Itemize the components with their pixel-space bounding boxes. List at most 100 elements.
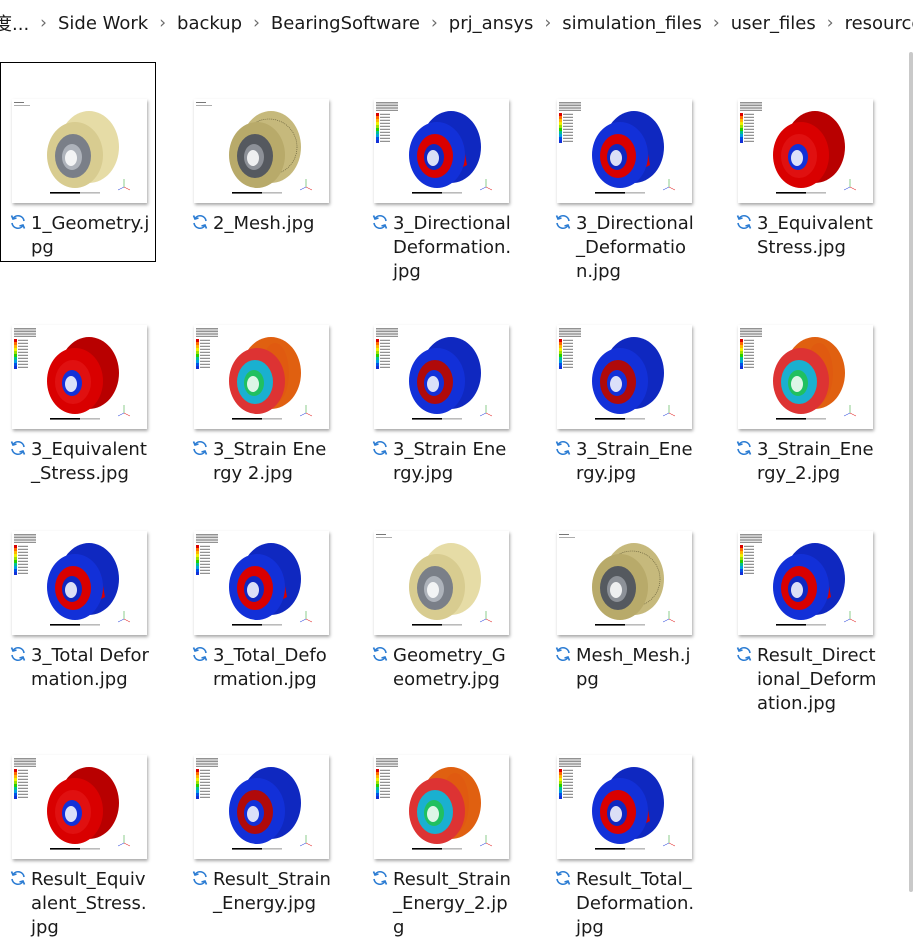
file-item[interactable]: 3_Total Deformation.jpg <box>0 494 156 694</box>
file-label: 3_Directional_Deformation.jpg <box>554 212 696 284</box>
file-name: 3_Strain_Energy.jpg <box>576 439 693 484</box>
sync-status-icon <box>371 213 393 235</box>
breadcrumb-chevron-icon[interactable]: › <box>822 13 839 33</box>
file-item[interactable]: 3_Directional_Deformation.jpg <box>545 62 701 282</box>
file-item[interactable]: 3_Strain_Energy.jpg <box>545 288 701 488</box>
file-thumbnail <box>738 531 873 635</box>
file-item[interactable]: Mesh_Mesh.jpg <box>545 494 701 694</box>
sync-status-icon <box>371 645 393 667</box>
file-name: Geometry_Geometry.jpg <box>393 645 506 690</box>
sync-status-icon <box>191 869 213 891</box>
file-item[interactable]: 3_Total_Deformation.jpg <box>182 494 338 694</box>
sync-status-icon <box>735 213 757 235</box>
sync-status-icon <box>554 869 576 891</box>
breadcrumb-item[interactable]: resources <box>839 13 913 34</box>
file-thumbnail <box>194 755 329 859</box>
breadcrumb-item[interactable]: BearingSoftware <box>265 13 426 34</box>
file-name: 3_Strain Energy 2.jpg <box>213 439 327 484</box>
sync-status-icon <box>191 439 213 461</box>
sync-status-icon <box>554 645 576 667</box>
file-thumbnail <box>194 325 329 429</box>
file-item[interactable]: Geometry_Geometry.jpg <box>362 494 518 694</box>
file-name: 1_Geometry.jpg <box>31 213 150 258</box>
file-thumbnail <box>374 755 509 859</box>
file-item[interactable]: Result_Directional_Deformation.jpg <box>726 494 882 714</box>
breadcrumb-item[interactable]: simulation_files <box>556 13 708 34</box>
file-label: 3_Strain Energy.jpg <box>371 438 513 486</box>
file-label: Result_Directional_Deformation.jpg <box>735 644 877 716</box>
file-name: 3_Directional Deformation.jpg <box>393 213 512 282</box>
file-label: 3_Total_Deformation.jpg <box>191 644 333 692</box>
file-item[interactable]: Result_Strain_Energy.jpg <box>182 718 338 918</box>
breadcrumb-item[interactable]: backup <box>171 13 248 34</box>
breadcrumb-item[interactable]: 度... <box>0 10 35 36</box>
file-name: 3_Equivalent Stress.jpg <box>757 213 873 258</box>
file-thumbnail <box>194 531 329 635</box>
file-thumbnail <box>374 325 509 429</box>
file-label: 3_Equivalent_Stress.jpg <box>9 438 151 486</box>
file-name: Result_Directional_Deformation.jpg <box>757 645 877 714</box>
sync-status-icon <box>735 439 757 461</box>
file-name: 3_Equivalent_Stress.jpg <box>31 439 147 484</box>
file-thumbnail <box>557 325 692 429</box>
file-thumbnail <box>374 99 509 203</box>
file-label: Geometry_Geometry.jpg <box>371 644 513 692</box>
file-name: 2_Mesh.jpg <box>213 213 315 234</box>
file-item[interactable]: 1_Geometry.jpg <box>0 62 156 262</box>
file-label: 1_Geometry.jpg <box>9 212 151 260</box>
file-name: Result_Strain_Energy_2.jpg <box>393 869 511 938</box>
breadcrumb-item[interactable]: Side Work <box>52 13 154 34</box>
file-thumbnail <box>12 531 147 635</box>
file-label: 3_Total Deformation.jpg <box>9 644 151 692</box>
file-label: 2_Mesh.jpg <box>191 212 333 236</box>
breadcrumb-chevron-icon[interactable]: › <box>35 13 52 33</box>
vertical-scrollbar[interactable] <box>908 52 913 892</box>
file-item[interactable]: 3_Equivalent_Stress.jpg <box>0 288 156 488</box>
file-name: 3_Total_Deformation.jpg <box>213 645 327 690</box>
breadcrumb-chevron-icon[interactable]: › <box>248 13 265 33</box>
sync-status-icon <box>735 645 757 667</box>
file-item[interactable]: 3_Directional Deformation.jpg <box>362 62 518 282</box>
file-item[interactable]: Result_Equivalent_Stress.jpg <box>0 718 156 938</box>
file-thumbnail <box>557 531 692 635</box>
file-item[interactable]: Result_Total_Deformation.jpg <box>545 718 701 938</box>
sync-status-icon <box>371 439 393 461</box>
file-thumbnail <box>374 531 509 635</box>
file-label: 3_Directional Deformation.jpg <box>371 212 513 284</box>
file-label: 3_Equivalent Stress.jpg <box>735 212 877 260</box>
file-name: Mesh_Mesh.jpg <box>576 645 691 690</box>
sync-status-icon <box>191 213 213 235</box>
breadcrumb-chevron-icon[interactable]: › <box>426 13 443 33</box>
file-name: Result_Equivalent_Stress.jpg <box>31 869 147 938</box>
sync-status-icon <box>554 213 576 235</box>
file-item[interactable]: 3_Strain Energy.jpg <box>362 288 518 488</box>
file-label: Result_Total_Deformation.jpg <box>554 868 696 940</box>
breadcrumb-chevron-icon[interactable]: › <box>708 13 725 33</box>
file-item[interactable]: 3_Strain_Energy_2.jpg <box>726 288 882 488</box>
breadcrumb-chevron-icon[interactable]: › <box>154 13 171 33</box>
sync-status-icon <box>9 869 31 891</box>
file-item[interactable]: 3_Strain Energy 2.jpg <box>182 288 338 488</box>
file-item[interactable]: Result_Strain_Energy_2.jpg <box>362 718 518 938</box>
sync-status-icon <box>554 439 576 461</box>
sync-status-icon <box>9 645 31 667</box>
sync-status-icon <box>9 213 31 235</box>
file-name: 3_Directional_Deformation.jpg <box>576 213 694 282</box>
breadcrumb-item[interactable]: prj_ansys <box>443 13 540 34</box>
file-label: 3_Strain_Energy_2.jpg <box>735 438 877 486</box>
file-item[interactable]: 3_Equivalent Stress.jpg <box>726 62 882 262</box>
file-thumbnail <box>557 99 692 203</box>
file-item[interactable]: 2_Mesh.jpg <box>182 62 338 262</box>
file-name: 3_Total Deformation.jpg <box>31 645 149 690</box>
file-label: 3_Strain Energy 2.jpg <box>191 438 333 486</box>
file-thumbnail <box>12 755 147 859</box>
file-name: 3_Strain_Energy_2.jpg <box>757 439 874 484</box>
file-name: Result_Total_Deformation.jpg <box>576 869 695 938</box>
file-thumbnail <box>12 325 147 429</box>
sync-status-icon <box>191 645 213 667</box>
breadcrumb-chevron-icon[interactable]: › <box>539 13 556 33</box>
file-thumbnail <box>557 755 692 859</box>
file-label: 3_Strain_Energy.jpg <box>554 438 696 486</box>
breadcrumb-item[interactable]: user_files <box>725 13 822 34</box>
scrollbar-thumb[interactable] <box>909 52 913 892</box>
